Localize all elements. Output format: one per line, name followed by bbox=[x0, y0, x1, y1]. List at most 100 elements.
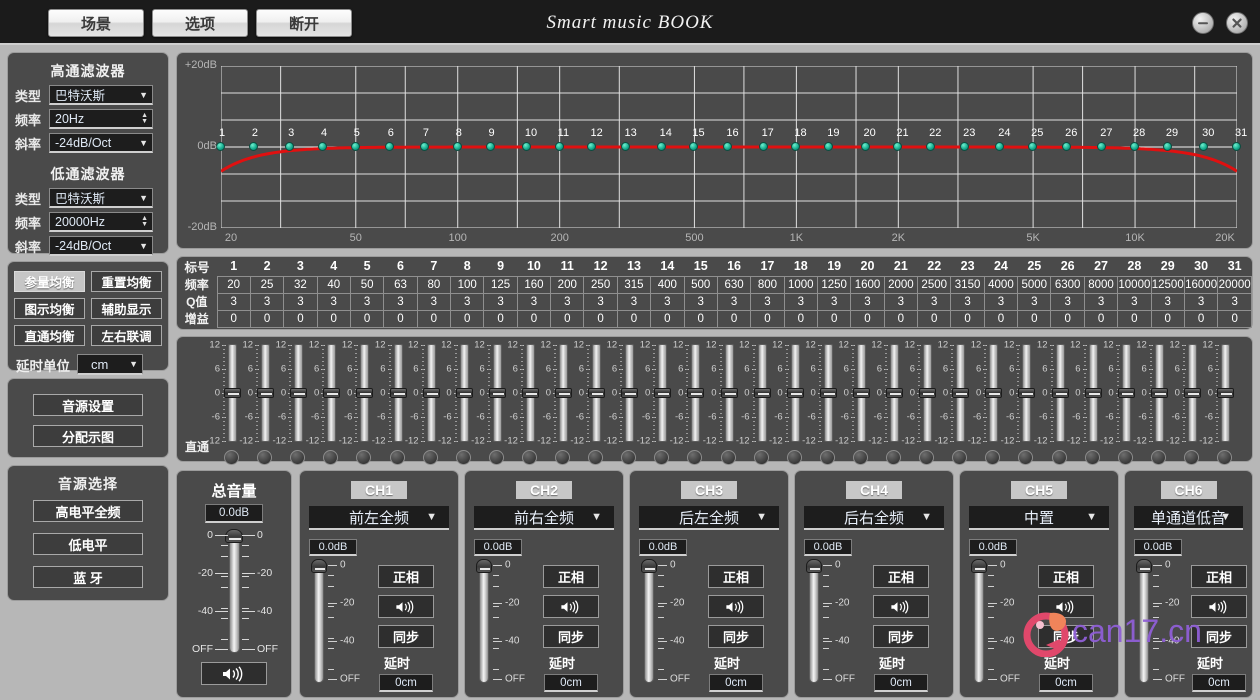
source-select-button-2[interactable]: 蓝 牙 bbox=[33, 566, 143, 588]
channel-sync-button-ch5[interactable]: 同步 bbox=[1038, 625, 1094, 648]
highpass-dropdown-2[interactable]: -24dB/Oct▼ bbox=[49, 133, 153, 153]
eq-table-cell-q-9[interactable]: 3 bbox=[484, 293, 517, 310]
master-fader-thumb[interactable] bbox=[225, 529, 243, 543]
channel-fader-ch6[interactable]: 0-20-40OFF bbox=[1135, 559, 1197, 687]
eq-slider-thumb-24[interactable] bbox=[985, 388, 1002, 398]
disconnect-button[interactable]: 断开 bbox=[256, 9, 352, 37]
eq-table-cell-q-25[interactable]: 3 bbox=[1018, 293, 1051, 310]
eq-bypass-knob-3[interactable] bbox=[290, 450, 305, 465]
channel-db-value-ch2[interactable]: 0.0dB bbox=[474, 539, 522, 556]
eq-bypass-knob-2[interactable] bbox=[257, 450, 272, 465]
channel-delay-value-ch6[interactable]: 0cm bbox=[1192, 674, 1246, 692]
eq-table-cell-q-14[interactable]: 3 bbox=[651, 293, 684, 310]
eq-table-cell-gain-24[interactable]: 0 bbox=[984, 310, 1017, 327]
eq-table-cell-q-27[interactable]: 3 bbox=[1084, 293, 1117, 310]
channel-fader-ch2[interactable]: 0-20-40OFF bbox=[475, 559, 537, 687]
eq-slider-thumb-30[interactable] bbox=[1184, 388, 1201, 398]
channel-fader-ch4[interactable]: 0-20-40OFF bbox=[805, 559, 867, 687]
channel-db-value-ch6[interactable]: 0.0dB bbox=[1134, 539, 1182, 556]
allocation-diagram-button[interactable]: 分配示图 bbox=[33, 425, 143, 447]
eq-slider-thumb-4[interactable] bbox=[323, 388, 340, 398]
channel-preset-dropdown-ch5[interactable]: 中置▼ bbox=[969, 506, 1109, 530]
eq-table-cell-gain-3[interactable]: 0 bbox=[284, 310, 317, 327]
channel-phase-button-ch5[interactable]: 正相 bbox=[1038, 565, 1094, 588]
eq-table-cell-frequency-7[interactable]: 80 bbox=[417, 276, 450, 293]
eq-node-7[interactable] bbox=[420, 142, 429, 151]
eq-table-cell-frequency-15[interactable]: 500 bbox=[684, 276, 717, 293]
channel-mute-button-ch4[interactable] bbox=[873, 595, 929, 618]
eq-bypass-knob-15[interactable] bbox=[687, 450, 702, 465]
eq-table-cell-q-4[interactable]: 3 bbox=[317, 293, 350, 310]
eq-table-cell-q-5[interactable]: 3 bbox=[350, 293, 383, 310]
eq-bypass-knob-14[interactable] bbox=[654, 450, 669, 465]
eq-bypass-knob-22[interactable] bbox=[919, 450, 934, 465]
channel-phase-button-ch3[interactable]: 正相 bbox=[708, 565, 764, 588]
lowpass-dropdown-0[interactable]: 巴特沃斯▼ bbox=[49, 188, 153, 208]
eq-bypass-knob-17[interactable] bbox=[754, 450, 769, 465]
channel-fader-track[interactable] bbox=[1139, 563, 1149, 683]
eq-table-cell-q-19[interactable]: 3 bbox=[817, 293, 850, 310]
channel-db-value-ch4[interactable]: 0.0dB bbox=[804, 539, 852, 556]
eq-table-cell-gain-2[interactable]: 0 bbox=[250, 310, 283, 327]
eq-table-cell-gain-19[interactable]: 0 bbox=[817, 310, 850, 327]
master-db-value[interactable]: 0.0dB bbox=[205, 504, 263, 523]
eq-table-cell-gain-9[interactable]: 0 bbox=[484, 310, 517, 327]
eq-bypass-knob-24[interactable] bbox=[985, 450, 1000, 465]
eq-table-cell-gain-27[interactable]: 0 bbox=[1084, 310, 1117, 327]
eq-bypass-knob-13[interactable] bbox=[621, 450, 636, 465]
channel-delay-value-ch2[interactable]: 0cm bbox=[544, 674, 598, 692]
channel-preset-dropdown-ch6[interactable]: 单通道低音▼ bbox=[1134, 506, 1243, 530]
eq-table-cell-frequency-11[interactable]: 200 bbox=[551, 276, 584, 293]
channel-delay-value-ch3[interactable]: 0cm bbox=[709, 674, 763, 692]
eq-table-cell-q-12[interactable]: 3 bbox=[584, 293, 617, 310]
eq-table-cell-frequency-10[interactable]: 160 bbox=[517, 276, 550, 293]
lowpass-dropdown-2[interactable]: -24dB/Oct▼ bbox=[49, 236, 153, 256]
eq-slider-thumb-27[interactable] bbox=[1085, 388, 1102, 398]
eq-slider-thumb-29[interactable] bbox=[1151, 388, 1168, 398]
channel-fader-track[interactable] bbox=[974, 563, 984, 683]
eq-slider-thumb-7[interactable] bbox=[423, 388, 440, 398]
eq-table-cell-gain-11[interactable]: 0 bbox=[551, 310, 584, 327]
eq-bypass-knob-1[interactable] bbox=[224, 450, 239, 465]
master-volume-fader[interactable]: 00-20-20-40-40OFFOFF bbox=[184, 529, 284, 657]
eq-table-cell-q-3[interactable]: 3 bbox=[284, 293, 317, 310]
delay-unit-dropdown[interactable]: cm ▼ bbox=[77, 354, 143, 375]
eq-slider-thumb-12[interactable] bbox=[588, 388, 605, 398]
eq-table-cell-frequency-21[interactable]: 2000 bbox=[884, 276, 917, 293]
eq-bypass-knob-7[interactable] bbox=[423, 450, 438, 465]
eq-table-cell-q-11[interactable]: 3 bbox=[551, 293, 584, 310]
channel-phase-button-ch2[interactable]: 正相 bbox=[543, 565, 599, 588]
eq-table-cell-frequency-4[interactable]: 40 bbox=[317, 276, 350, 293]
channel-preset-dropdown-ch1[interactable]: 前左全频▼ bbox=[309, 506, 449, 530]
eq-table-cell-q-13[interactable]: 3 bbox=[617, 293, 650, 310]
channel-delay-value-ch1[interactable]: 0cm bbox=[379, 674, 433, 692]
eq-node-8[interactable] bbox=[453, 142, 462, 151]
eq-slider-thumb-13[interactable] bbox=[621, 388, 638, 398]
eq-table-cell-q-26[interactable]: 3 bbox=[1051, 293, 1084, 310]
eq-node-31[interactable] bbox=[1232, 142, 1241, 151]
eq-table-cell-q-18[interactable]: 3 bbox=[784, 293, 817, 310]
eq-table-cell-gain-29[interactable]: 0 bbox=[1151, 310, 1184, 327]
eq-table-cell-frequency-12[interactable]: 250 bbox=[584, 276, 617, 293]
eq-bypass-knob-21[interactable] bbox=[886, 450, 901, 465]
spinner-arrows-icon[interactable]: ▲▼ bbox=[141, 113, 152, 125]
eq-slider-thumb-6[interactable] bbox=[390, 388, 407, 398]
eq-table-cell-gain-17[interactable]: 0 bbox=[751, 310, 784, 327]
channel-preset-dropdown-ch3[interactable]: 后左全频▼ bbox=[639, 506, 779, 530]
eq-slider-thumb-19[interactable] bbox=[820, 388, 837, 398]
channel-db-value-ch5[interactable]: 0.0dB bbox=[969, 539, 1017, 556]
eq-table-cell-gain-30[interactable]: 0 bbox=[1184, 310, 1217, 327]
eq-table-cell-q-20[interactable]: 3 bbox=[851, 293, 884, 310]
eq-table-cell-gain-18[interactable]: 0 bbox=[784, 310, 817, 327]
eq-table-cell-frequency-6[interactable]: 63 bbox=[384, 276, 417, 293]
eq-bypass-knob-25[interactable] bbox=[1018, 450, 1033, 465]
eq-mode-button-2[interactable]: 图示均衡 bbox=[14, 298, 85, 319]
channel-phase-button-ch1[interactable]: 正相 bbox=[378, 565, 434, 588]
channel-fader-ch3[interactable]: 0-20-40OFF bbox=[640, 559, 702, 687]
eq-table-cell-q-17[interactable]: 3 bbox=[751, 293, 784, 310]
eq-slider-thumb-21[interactable] bbox=[886, 388, 903, 398]
eq-table-cell-gain-4[interactable]: 0 bbox=[317, 310, 350, 327]
eq-table-cell-frequency-29[interactable]: 12500 bbox=[1151, 276, 1184, 293]
eq-bypass-knob-28[interactable] bbox=[1118, 450, 1133, 465]
eq-bypass-knob-26[interactable] bbox=[1052, 450, 1067, 465]
